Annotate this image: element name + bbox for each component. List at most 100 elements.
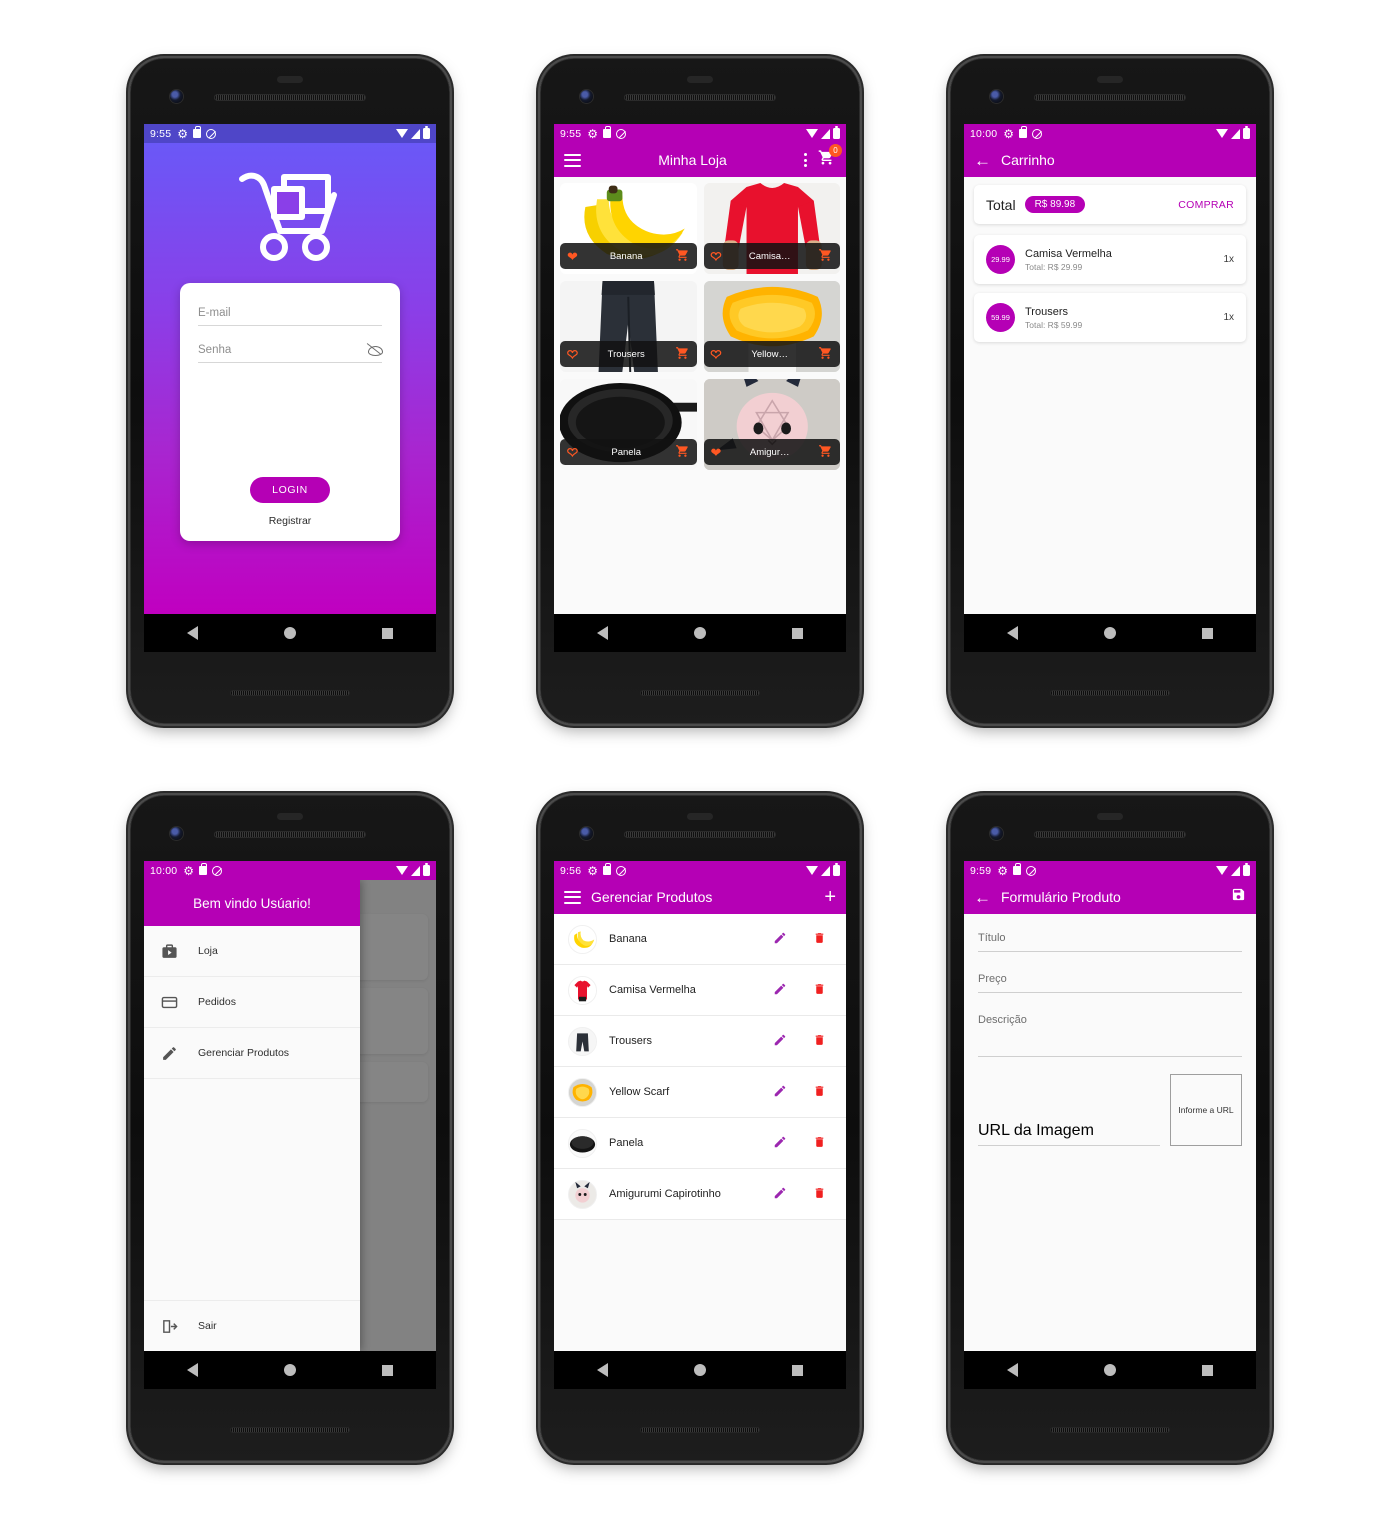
- product-card[interactable]: ❤ Amigur…: [703, 379, 840, 470]
- wifi-icon: [396, 129, 408, 138]
- favorite-icon[interactable]: ❤: [566, 347, 578, 361]
- product-card[interactable]: ❤ Trousers: [560, 281, 697, 372]
- edit-icon[interactable]: [773, 1135, 787, 1152]
- favorite-icon[interactable]: ❤: [566, 445, 578, 459]
- drawer-item-gerenciar-produtos[interactable]: Gerenciar Produtos: [144, 1028, 360, 1079]
- delete-icon[interactable]: [813, 1135, 826, 1152]
- signal-icon: [1231, 128, 1240, 139]
- gear-icon: [587, 864, 598, 878]
- login-card: E-mail Senha LOGIN Registrar: [180, 283, 400, 541]
- nav-home-icon[interactable]: [694, 627, 706, 639]
- delete-icon[interactable]: [813, 931, 826, 948]
- drawer-item-label: Pedidos: [198, 996, 236, 1008]
- product-row[interactable]: Panela: [554, 1118, 846, 1169]
- hamburger-menu-icon[interactable]: [564, 890, 581, 904]
- product-thumbnail-trousers: [568, 1026, 597, 1056]
- nav-recents-icon[interactable]: [1202, 627, 1213, 639]
- register-link[interactable]: Registrar: [269, 515, 312, 527]
- product-row[interactable]: Banana: [554, 914, 846, 965]
- product-row[interactable]: Trousers: [554, 1016, 846, 1067]
- product-row[interactable]: Amigurumi Capirotinho: [554, 1169, 846, 1220]
- back-arrow-icon[interactable]: ←: [974, 152, 991, 169]
- delete-icon[interactable]: [813, 982, 826, 999]
- phone-drawer: 10:00 ⚙ Bem vindo Usúario! Loja Pedidos …: [130, 795, 450, 1461]
- add-to-cart-icon[interactable]: [675, 248, 690, 264]
- cart-item[interactable]: 59.99 Trousers Total: R$ 59.99 1x: [974, 293, 1246, 342]
- product-name: Yellow…: [751, 348, 789, 360]
- add-product-icon[interactable]: +: [824, 887, 836, 907]
- logout-icon: [161, 1318, 178, 1335]
- product-row[interactable]: Camisa Vermelha: [554, 965, 846, 1016]
- product-row[interactable]: Yellow Scarf: [554, 1067, 846, 1118]
- drawer-item-loja[interactable]: Loja: [144, 926, 360, 977]
- nav-back-icon[interactable]: [597, 1363, 608, 1377]
- nav-recents-icon[interactable]: [1202, 1364, 1213, 1376]
- item-price-avatar: 59.99: [986, 303, 1015, 332]
- drawer-item-pedidos[interactable]: Pedidos: [144, 977, 360, 1028]
- favorite-icon[interactable]: ❤: [711, 446, 722, 459]
- add-to-cart-icon[interactable]: [818, 346, 833, 362]
- edit-icon[interactable]: [773, 1084, 787, 1101]
- product-card[interactable]: ❤ Yellow…: [703, 281, 840, 372]
- product-card[interactable]: ❤ Banana: [560, 183, 697, 274]
- password-field[interactable]: Senha: [198, 340, 383, 363]
- description-label: Descrição: [978, 1014, 1027, 1026]
- bottom-speaker: [230, 1427, 350, 1433]
- phone-manage-products: 9:56 Gerenciar Produtos +: [540, 795, 860, 1461]
- save-button[interactable]: [1231, 887, 1246, 907]
- system-navigation-bar: [554, 614, 846, 652]
- cart-item[interactable]: 29.99 Camisa Vermelha Total: R$ 29.99 1x: [974, 235, 1246, 284]
- nav-home-icon[interactable]: [1104, 1364, 1116, 1376]
- delete-icon[interactable]: [813, 1186, 826, 1203]
- back-arrow-icon[interactable]: ←: [974, 889, 991, 906]
- email-field[interactable]: E-mail: [198, 303, 382, 326]
- nav-back-icon[interactable]: [597, 626, 608, 640]
- edit-icon[interactable]: [773, 1033, 787, 1050]
- wifi-icon: [396, 866, 408, 875]
- add-to-cart-icon[interactable]: [818, 444, 833, 460]
- nav-recents-icon[interactable]: [792, 1364, 803, 1376]
- title-input[interactable]: Título: [978, 928, 1242, 952]
- nav-recents-icon[interactable]: [792, 627, 803, 639]
- add-to-cart-icon[interactable]: [675, 346, 690, 362]
- nav-home-icon[interactable]: [1104, 627, 1116, 639]
- nav-back-icon[interactable]: [187, 1363, 198, 1377]
- drawer-item-sair[interactable]: Sair: [144, 1300, 360, 1351]
- system-navigation-bar: [964, 1351, 1256, 1389]
- favorite-icon[interactable]: ❤: [710, 249, 722, 263]
- nav-recents-icon[interactable]: [382, 627, 393, 639]
- product-card[interactable]: ❤ Camisa…: [703, 183, 840, 274]
- nav-back-icon[interactable]: [187, 626, 198, 640]
- favorite-icon[interactable]: ❤: [710, 347, 722, 361]
- nav-recents-icon[interactable]: [382, 1364, 393, 1376]
- product-name: Camisa…: [748, 250, 791, 262]
- edit-icon[interactable]: [773, 1186, 787, 1203]
- login-button[interactable]: LOGIN: [250, 477, 330, 503]
- image-url-input[interactable]: URL da Imagem: [978, 1122, 1160, 1146]
- add-to-cart-icon[interactable]: [675, 444, 690, 460]
- nav-home-icon[interactable]: [694, 1364, 706, 1376]
- eye-off-icon[interactable]: [367, 344, 383, 356]
- product-card[interactable]: ❤ Panela: [560, 379, 697, 470]
- price-input[interactable]: Preço: [978, 969, 1242, 993]
- description-input[interactable]: Descrição: [978, 1010, 1242, 1057]
- edit-icon[interactable]: [773, 982, 787, 999]
- favorite-icon[interactable]: ❤: [567, 250, 578, 263]
- hamburger-menu-icon[interactable]: [564, 153, 581, 167]
- cart-button[interactable]: 0: [817, 144, 842, 171]
- delete-icon[interactable]: [813, 1033, 826, 1050]
- delete-icon[interactable]: [813, 1084, 826, 1101]
- app-bar: ← Formulário Produto: [964, 880, 1256, 914]
- add-to-cart-icon[interactable]: [818, 248, 833, 264]
- nav-home-icon[interactable]: [284, 627, 296, 639]
- nav-back-icon[interactable]: [1007, 626, 1018, 640]
- credit-card-icon: [161, 994, 178, 1011]
- product-card-bar: ❤ Amigur…: [703, 439, 840, 465]
- edit-icon[interactable]: [773, 931, 787, 948]
- earpiece-notch: [277, 813, 303, 820]
- bottom-speaker: [640, 690, 760, 696]
- buy-button[interactable]: COMPRAR: [1178, 199, 1234, 211]
- overflow-menu-icon[interactable]: [804, 153, 807, 167]
- nav-back-icon[interactable]: [1007, 1363, 1018, 1377]
- nav-home-icon[interactable]: [284, 1364, 296, 1376]
